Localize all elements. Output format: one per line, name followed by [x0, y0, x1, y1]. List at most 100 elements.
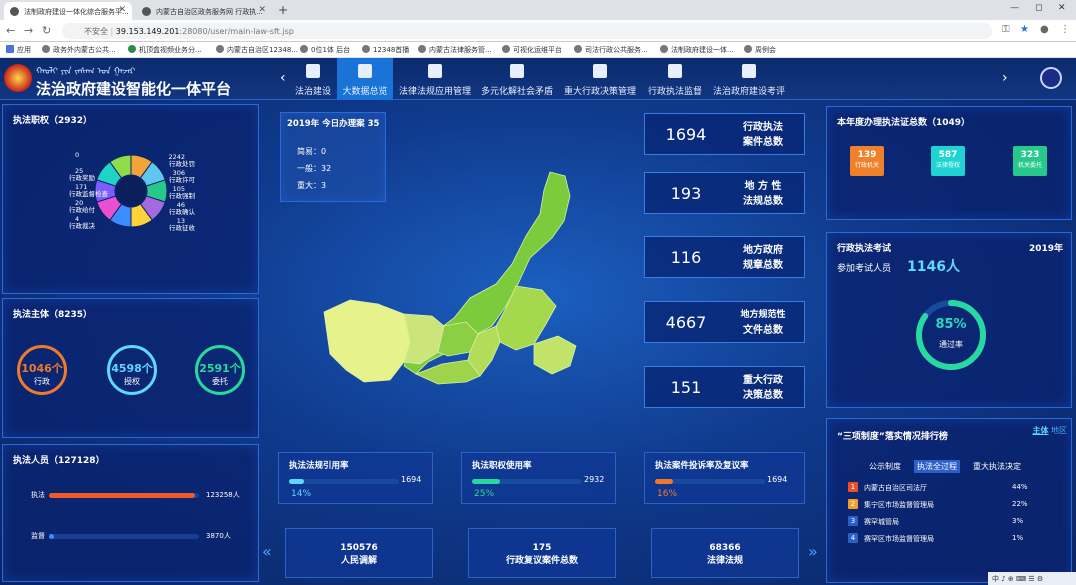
kpi-government-rules: 116 地方政府 规章总数 [644, 236, 805, 278]
row-label: 重大： [297, 181, 321, 190]
security-label: 不安全 [84, 27, 108, 36]
back-icon[interactable]: ← [6, 24, 15, 37]
browser-tab-active[interactable]: 法制政府建设一体化综合服务平... ✕ [4, 2, 132, 20]
rank-name: 赛罕区市场监督管理局 [864, 535, 934, 543]
pie-value-label: 0 [75, 151, 79, 159]
row-label: 一般： [297, 164, 321, 173]
monitor-icon [358, 64, 372, 78]
address-bar: ← → ↻ 不安全 | 39.153.149.201:28080/user/ma… [0, 20, 1076, 42]
rank-badge: 2 [848, 499, 858, 509]
tab-full-process[interactable]: 执法全过程 [914, 460, 960, 473]
browser-tab[interactable]: 内蒙古自治区政务服务网 行政执... ✕ [136, 2, 272, 20]
pie-hole [116, 176, 146, 206]
nav-prev-arrow[interactable]: ‹ [280, 70, 286, 86]
rank-percent: 3% [1012, 517, 1024, 525]
nav-item-enforcement-supervision[interactable]: 行政执法监督 [644, 58, 706, 100]
nav-item-law-application[interactable]: 法律法规应用管理 [396, 58, 474, 100]
bookmark-apps[interactable]: 应用 [6, 45, 31, 55]
reload-icon[interactable]: ↻ [42, 24, 51, 37]
nav-label: 法治政府建设考评 [712, 87, 785, 97]
nav-label: 多元化解社会矛盾 [480, 87, 553, 97]
today-row-simple: 简易：0 [297, 143, 331, 160]
bar-track [49, 534, 199, 539]
nav-item-law-building[interactable]: 法治建设 [292, 58, 334, 100]
cert-organ-entrusted: 323 机关委托 [1013, 146, 1047, 176]
stat-value: 150576 [340, 543, 378, 553]
close-tab-icon[interactable]: ✕ [118, 5, 126, 15]
kpi-normative-documents: 4667 地方规范性 文件总数 [644, 301, 805, 343]
bookmark-item[interactable]: 内蒙古自治区12348... [216, 45, 298, 55]
certificates-title: 本年度办理执法证总数（1049） [837, 118, 971, 128]
handshake-icon [510, 64, 524, 78]
ranking-row: 2 集宁区市场监督管理局 22% [848, 499, 1058, 511]
tab-title: 内蒙古自治区政务服务网 行政执... [156, 8, 263, 16]
star-icon[interactable]: ★ [1020, 24, 1029, 35]
bookmark-item[interactable]: 政务外内蒙古公共... [42, 45, 116, 55]
scroll-right-chevron[interactable]: » [808, 542, 818, 561]
bookmark-item[interactable]: 司法行政公共服务... [574, 45, 648, 55]
bookmark-item[interactable]: 12348首播 [362, 45, 409, 55]
maximize-icon[interactable]: ◻ [1035, 3, 1042, 13]
pie-category-label: 行政强制 [169, 191, 196, 200]
bookmark-item[interactable]: 0位1体 后台 [300, 45, 350, 55]
nav-item-major-decision[interactable]: 重大行政决策管理 [561, 58, 639, 100]
new-tab-button[interactable]: + [278, 3, 288, 17]
kpi-value: 4667 [665, 313, 707, 332]
map-region[interactable] [323, 299, 411, 383]
bookmark-item[interactable]: 法制政府建设一体... [660, 45, 734, 55]
inner-mongolia-map[interactable] [320, 166, 590, 386]
stat-people-mediation: 150576 人民调解 [285, 528, 433, 578]
nav-next-arrow[interactable]: › [1002, 70, 1008, 86]
bookmarks-bar: 应用 政务外内蒙古公共... 机顶盒视频业务分... 内蒙古自治区12348..… [0, 42, 1076, 58]
bookmark-item[interactable]: 内蒙古法律服务管... [418, 45, 492, 55]
bookmark-label: 政务外内蒙古公共... [53, 46, 116, 54]
rate-law-citation: 执法法规引用率 1694 14% [278, 452, 433, 504]
tab-disclosure[interactable]: 公示制度 [866, 460, 904, 473]
close-tab-icon[interactable]: ✕ [258, 5, 266, 15]
user-avatar-icon[interactable] [1040, 67, 1062, 89]
kpi-major-decisions: 151 重大行政 决策总数 [644, 366, 805, 408]
menu-icon[interactable]: ⋮ [1060, 24, 1070, 35]
bookmark-label: 12348首播 [373, 46, 410, 54]
globe-icon [502, 45, 510, 53]
exam-panel: 行政执法考试 2019年 参加考试人员 1146人 85% 通过率 [826, 232, 1072, 408]
kpi-label: 重大行政 [743, 375, 783, 386]
map-region[interactable] [533, 335, 577, 375]
subject-authorized-circle: 4598个 授权 [107, 345, 157, 395]
scroll-left-chevron[interactable]: « [262, 542, 272, 561]
nav-item-big-data[interactable]: 大数据总览 [337, 58, 393, 100]
bookmark-item[interactable]: 周例会 [744, 45, 776, 55]
personnel-title: 执法人员（127128） [13, 456, 105, 466]
kpi-value: 116 [670, 248, 702, 267]
rate-track [472, 479, 582, 484]
bookmark-label: 法制政府建设一体... [671, 46, 734, 54]
url-input[interactable]: 不安全 | 39.153.149.201:28080/user/main-law… [62, 23, 992, 39]
scales-icon [742, 64, 756, 78]
forward-icon[interactable]: → [24, 24, 33, 37]
profile-icon[interactable]: ● [1040, 24, 1049, 35]
pass-rate-gauge [916, 300, 986, 370]
personnel-bar-supervision: 监督 3870人 [31, 531, 261, 545]
bookmark-item[interactable]: 可视化运维平台 [502, 45, 562, 55]
tab-title: 法制政府建设一体化综合服务平... [24, 8, 129, 16]
pie-category-label: 行政确认 [169, 207, 196, 216]
nav-label: 行政执法监督 [647, 87, 702, 97]
globe-icon [418, 45, 426, 53]
switch-subject[interactable]: 主体 [1032, 426, 1048, 435]
rate-track [655, 479, 765, 484]
window-close-icon[interactable]: ✕ [1058, 3, 1066, 13]
url-path: :28080/user/main-law-sft.jsp [179, 27, 294, 36]
key-icon[interactable]: ⚿ [1002, 24, 1010, 35]
bookmark-item[interactable]: 机顶盒视频业务分... [128, 45, 202, 55]
tab-major-decision[interactable]: 重大执法决定 [970, 460, 1024, 473]
minimize-icon[interactable]: — [1010, 3, 1019, 13]
nav-item-evaluation[interactable]: 法治政府建设考评 [710, 58, 788, 100]
switch-region[interactable]: 地区 [1051, 426, 1067, 435]
rate-track [289, 479, 399, 484]
nav-item-dispute-resolution[interactable]: 多元化解社会矛盾 [478, 58, 556, 100]
subject-admin-circle: 1046个 行政 [17, 345, 67, 395]
kpi-label: 地方规范性 [740, 310, 786, 320]
stat-value: 68366 [709, 543, 741, 553]
subject-label: 行政 [34, 377, 50, 386]
mongolian-title: ᠬᠠᠤᠯᠢ ᠶᠢᠨ ᠵᠠᠰᠠᠭ ᠤᠨ ᠭᠠᠵᠠᠷ [36, 67, 136, 77]
